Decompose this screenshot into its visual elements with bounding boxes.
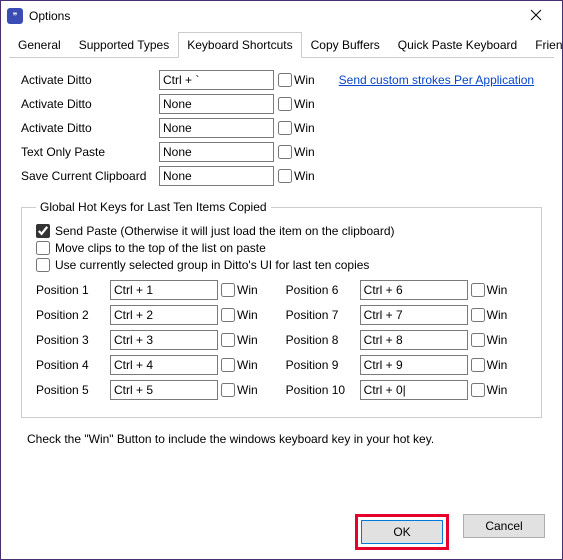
position-label: Position 6 <box>286 283 360 297</box>
ok-button[interactable]: OK <box>361 520 443 544</box>
close-icon <box>530 9 542 21</box>
checkbox-label: Move clips to the top of the list on pas… <box>55 241 266 255</box>
win-checkbox[interactable] <box>471 333 485 347</box>
win-checkbox[interactable] <box>221 283 235 297</box>
shortcut-input[interactable] <box>159 70 274 90</box>
positions-left: Position 1 Win Position 2 Win Position 3 Wi… <box>36 280 286 405</box>
position-input[interactable] <box>360 280 468 300</box>
position-input[interactable] <box>360 330 468 350</box>
win-checkbox[interactable] <box>471 383 485 397</box>
win-checkbox[interactable] <box>278 73 292 87</box>
win-checkbox[interactable] <box>471 358 485 372</box>
position-label: Position 8 <box>286 333 360 347</box>
win-label: Win <box>487 333 508 347</box>
group-legend: Global Hot Keys for Last Ten Items Copie… <box>36 200 271 214</box>
win-label: Win <box>237 308 258 322</box>
win-checkbox[interactable] <box>471 283 485 297</box>
position-input[interactable] <box>360 380 468 400</box>
checkbox-label: Use currently selected group in Ditto's … <box>55 258 369 272</box>
shortcut-label: Activate Ditto <box>21 97 159 111</box>
position-label: Position 1 <box>36 283 110 297</box>
win-label: Win <box>237 333 258 347</box>
tab-supported-types[interactable]: Supported Types <box>70 32 179 58</box>
win-label: Win <box>294 145 315 159</box>
move-clips-checkbox[interactable] <box>36 241 50 255</box>
custom-strokes-link[interactable]: Send custom strokes Per Application <box>339 73 534 87</box>
shortcut-input[interactable] <box>159 166 274 186</box>
win-label: Win <box>294 73 315 87</box>
position-input[interactable] <box>110 330 218 350</box>
win-checkbox[interactable] <box>221 308 235 322</box>
checkbox-label: Send Paste (Otherwise it will just load … <box>55 224 395 238</box>
shortcut-label: Save Current Clipboard <box>21 169 159 183</box>
checkbox-row: Move clips to the top of the list on pas… <box>36 241 527 255</box>
win-label: Win <box>487 308 508 322</box>
app-icon: ❞ <box>7 8 23 24</box>
win-label: Win <box>294 97 315 111</box>
use-group-checkbox[interactable] <box>36 258 50 272</box>
shortcut-input[interactable] <box>159 142 274 162</box>
position-input[interactable] <box>110 380 218 400</box>
win-checkbox[interactable] <box>278 169 292 183</box>
close-button[interactable] <box>516 8 556 24</box>
position-label: Position 9 <box>286 358 360 372</box>
shortcut-label: Activate Ditto <box>21 121 159 135</box>
position-label: Position 2 <box>36 308 110 322</box>
checkbox-row: Send Paste (Otherwise it will just load … <box>36 224 527 238</box>
tab-bar: General Supported Types Keyboard Shortcu… <box>9 31 554 58</box>
tab-copy-buffers[interactable]: Copy Buffers <box>302 32 389 58</box>
win-checkbox[interactable] <box>221 333 235 347</box>
shortcut-row: Activate Ditto Win <box>21 94 542 114</box>
positions-right: Position 6 Win Position 7 Win Position 8 Wi… <box>286 280 508 405</box>
position-label: Position 4 <box>36 358 110 372</box>
global-hotkeys-group: Global Hot Keys for Last Ten Items Copie… <box>21 200 542 418</box>
position-input[interactable] <box>360 355 468 375</box>
win-label: Win <box>294 121 315 135</box>
win-checkbox-wrap: Win <box>278 73 315 87</box>
position-label: Position 3 <box>36 333 110 347</box>
send-paste-checkbox[interactable] <box>36 224 50 238</box>
shortcut-input[interactable] <box>159 94 274 114</box>
win-label: Win <box>237 383 258 397</box>
tab-friends[interactable]: Friends <box>526 32 563 58</box>
shortcut-row: Save Current Clipboard Win <box>21 166 542 186</box>
hint-text: Check the "Win" Button to include the wi… <box>27 432 542 446</box>
shortcut-row: Text Only Paste Win <box>21 142 542 162</box>
win-label: Win <box>487 358 508 372</box>
footer: OK Cancel <box>355 514 545 550</box>
shortcut-label: Text Only Paste <box>21 145 159 159</box>
position-input[interactable] <box>110 305 218 325</box>
shortcut-row: Activate Ditto Win <box>21 118 542 138</box>
tab-keyboard-shortcuts[interactable]: Keyboard Shortcuts <box>178 32 301 58</box>
win-checkbox[interactable] <box>278 97 292 111</box>
win-label: Win <box>487 283 508 297</box>
position-input[interactable] <box>360 305 468 325</box>
tab-quick-paste-keyboard[interactable]: Quick Paste Keyboard <box>389 32 526 58</box>
win-checkbox[interactable] <box>221 383 235 397</box>
win-label: Win <box>237 283 258 297</box>
win-label: Win <box>294 169 315 183</box>
window-title: Options <box>29 9 516 23</box>
positions-grid: Position 1 Win Position 2 Win Position 3 Wi… <box>36 280 527 405</box>
cancel-button[interactable]: Cancel <box>463 514 545 538</box>
win-checkbox[interactable] <box>278 145 292 159</box>
checkbox-row: Use currently selected group in Ditto's … <box>36 258 527 272</box>
position-label: Position 7 <box>286 308 360 322</box>
shortcut-input[interactable] <box>159 118 274 138</box>
tab-content: Activate Ditto Win Send custom strokes P… <box>1 58 562 458</box>
win-checkbox[interactable] <box>221 358 235 372</box>
win-label: Win <box>237 358 258 372</box>
position-label: Position 5 <box>36 383 110 397</box>
position-input[interactable] <box>110 280 218 300</box>
win-label: Win <box>487 383 508 397</box>
win-checkbox[interactable] <box>278 121 292 135</box>
position-label: Position 10 <box>286 383 360 397</box>
win-checkbox[interactable] <box>471 308 485 322</box>
shortcut-row: Activate Ditto Win Send custom strokes P… <box>21 70 542 90</box>
ok-highlight: OK <box>355 514 449 550</box>
shortcut-label: Activate Ditto <box>21 73 159 87</box>
tab-general[interactable]: General <box>9 32 70 58</box>
position-input[interactable] <box>110 355 218 375</box>
titlebar: ❞ Options <box>1 1 562 31</box>
